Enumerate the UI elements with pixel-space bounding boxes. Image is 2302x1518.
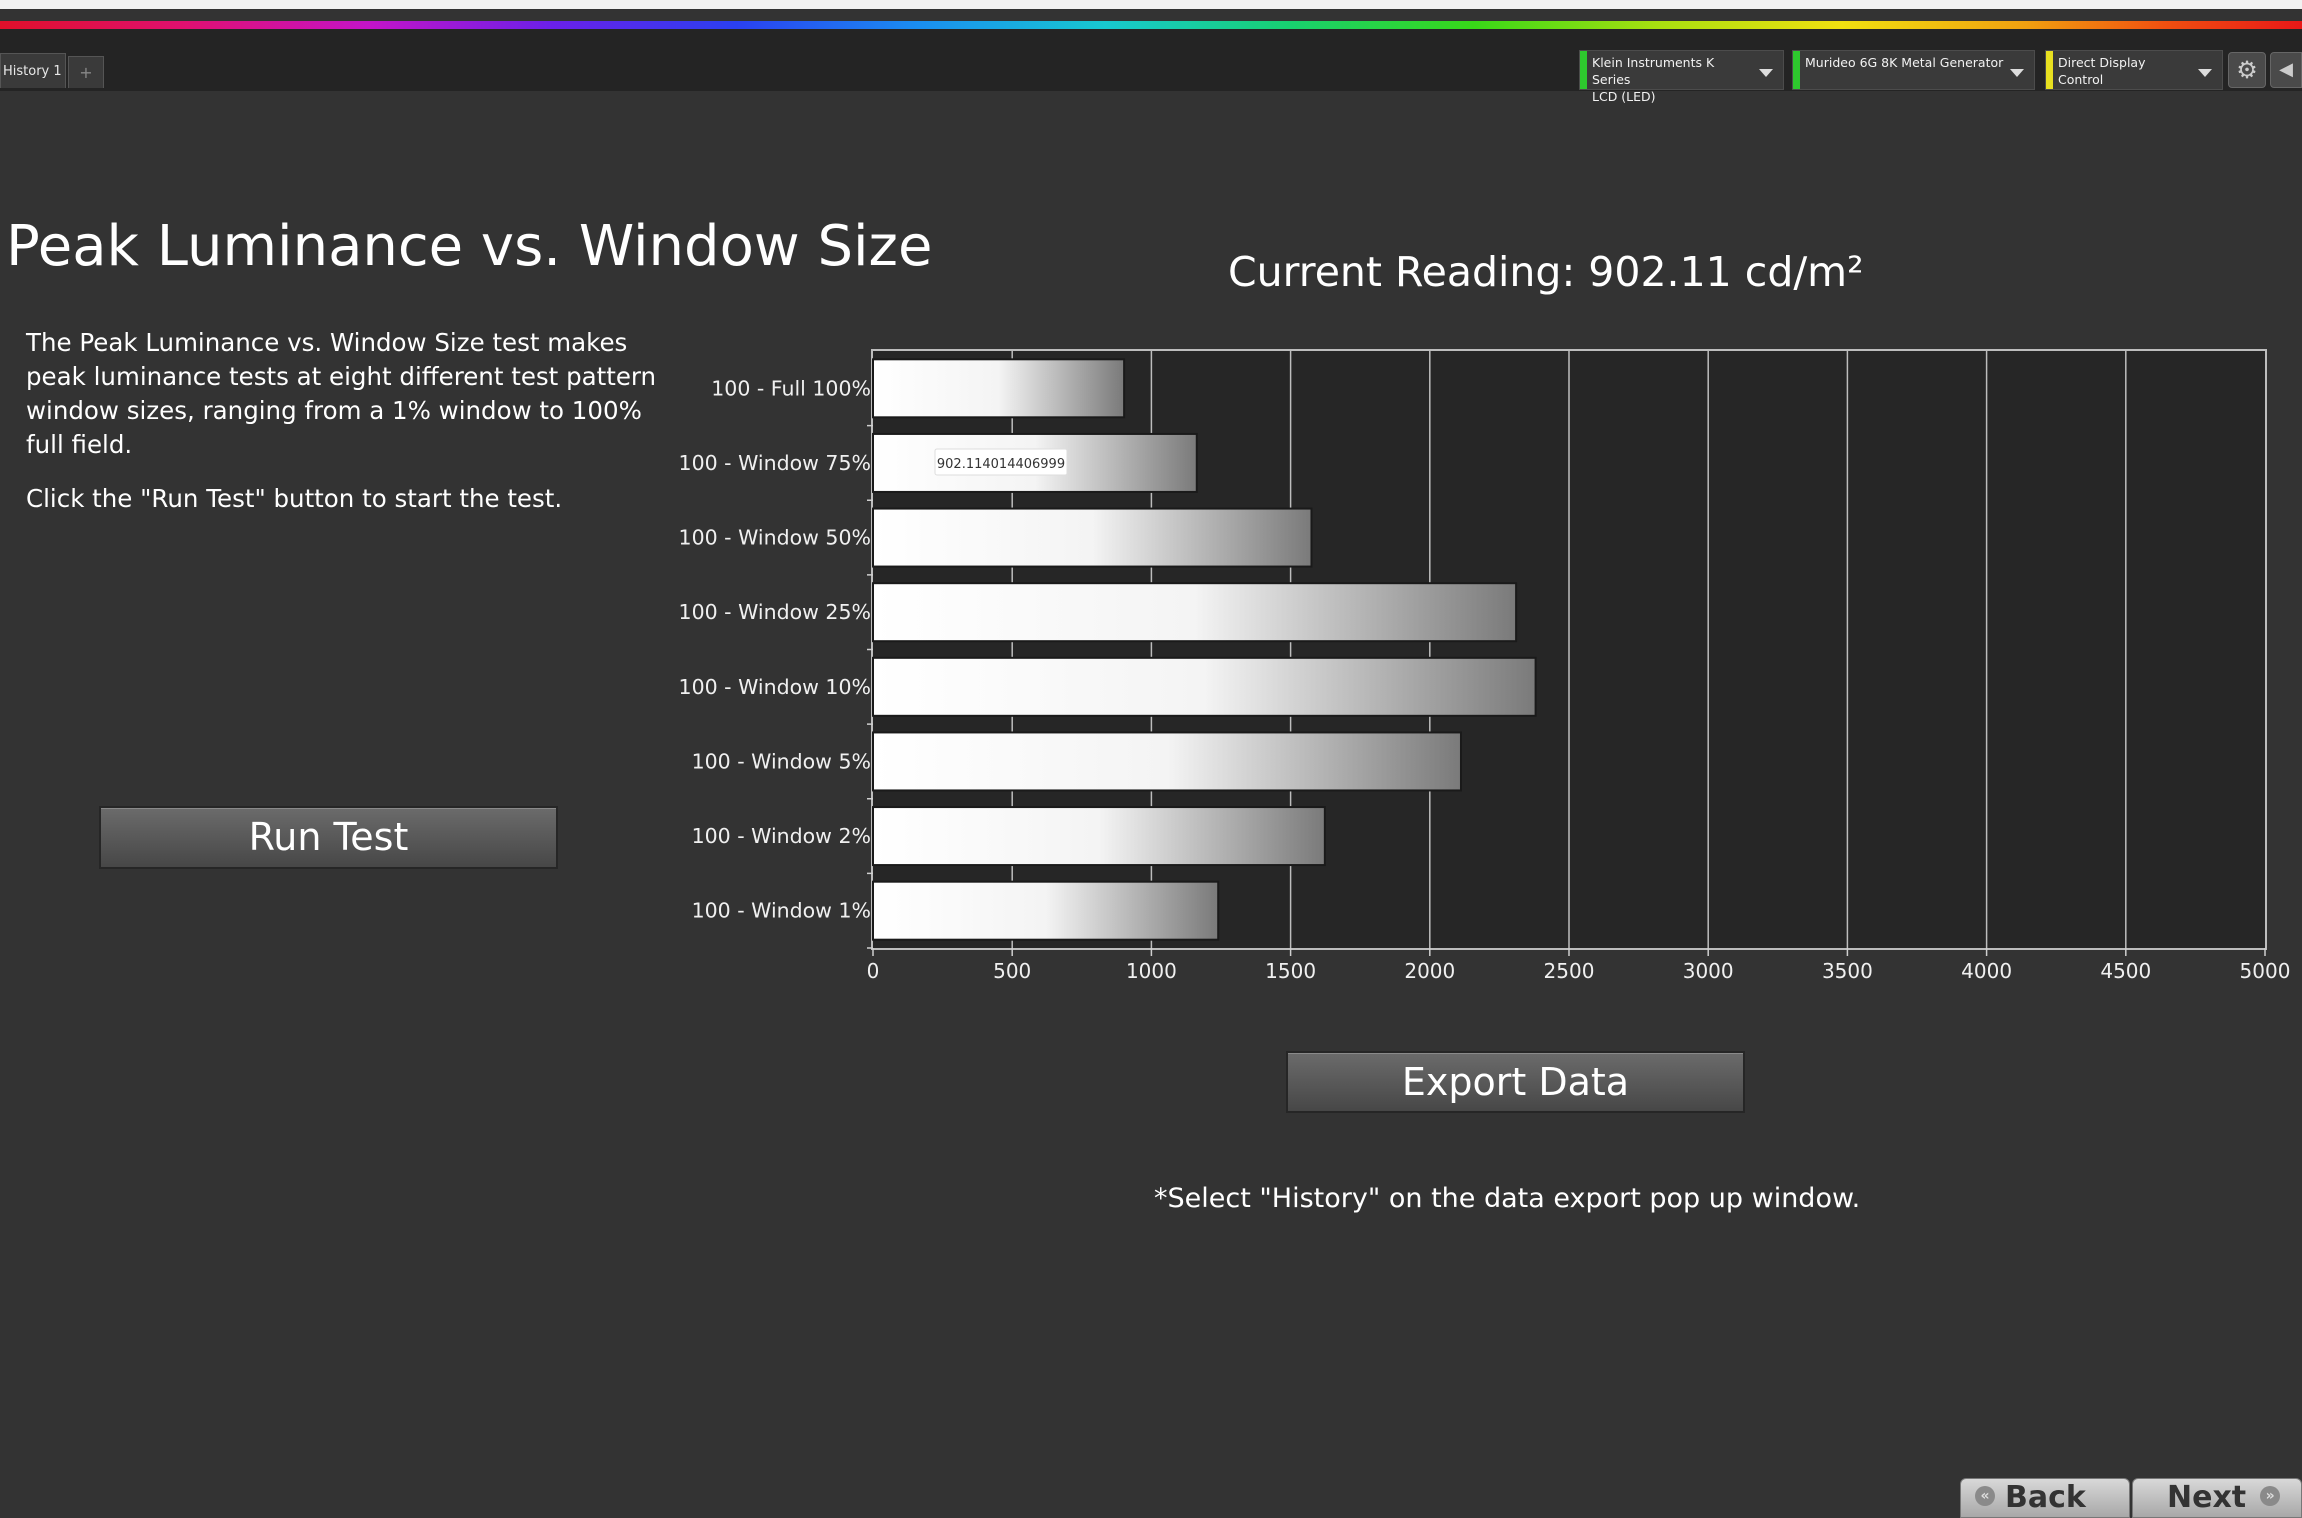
x-tick-label: 4500 [2100,959,2151,983]
category-label: 100 - Window 75% [679,451,871,475]
bar[interactable] [872,656,1537,717]
x-tick-label: 1000 [1126,959,1177,983]
category-label: 100 - Window 50% [679,526,871,550]
category-label: 100 - Window 1% [692,899,871,923]
value-tooltip-text: 902.114014406999 [937,457,1065,472]
x-tick-label: 2500 [1544,959,1595,983]
export-note: *Select "History" on the data export pop… [1154,1183,1861,1214]
bar[interactable] [872,582,1518,643]
category-label: 100 - Window 2% [692,824,871,848]
bar[interactable] [872,731,1462,792]
bar[interactable] [872,880,1220,941]
back-arrow-icon: « [1975,1485,1995,1506]
next-button[interactable]: Next » [2132,1478,2302,1518]
bar[interactable] [872,358,1126,419]
x-tick-label: 500 [993,959,1031,983]
bar[interactable] [872,507,1313,568]
category-label: 100 - Full 100% [711,376,871,400]
x-tick-label: 5000 [2240,959,2291,983]
back-label: Back [2005,1480,2086,1515]
luminance-bar-chart: 100 - Full 100% 100 - Window 75% 100 - Win… [679,349,2291,983]
category-label: 100 - Window 25% [679,600,871,624]
next-arrow-icon: » [2260,1485,2281,1506]
x-tick-label: 2000 [1404,959,1455,983]
category-label: 100 - Window 10% [679,675,871,699]
next-label: Next [2167,1480,2247,1515]
bar[interactable] [872,806,1326,867]
x-tick-label: 1500 [1265,959,1316,983]
category-label: 100 - Window 5% [692,749,871,773]
export-data-button[interactable]: Export Data [1286,1051,1745,1113]
x-tick-label: 3000 [1683,959,1734,983]
back-button[interactable]: « Back [1960,1478,2130,1518]
x-tick-label: 0 [867,959,880,983]
x-tick-label: 3500 [1822,959,1873,983]
x-tick-label: 4000 [1961,959,2012,983]
